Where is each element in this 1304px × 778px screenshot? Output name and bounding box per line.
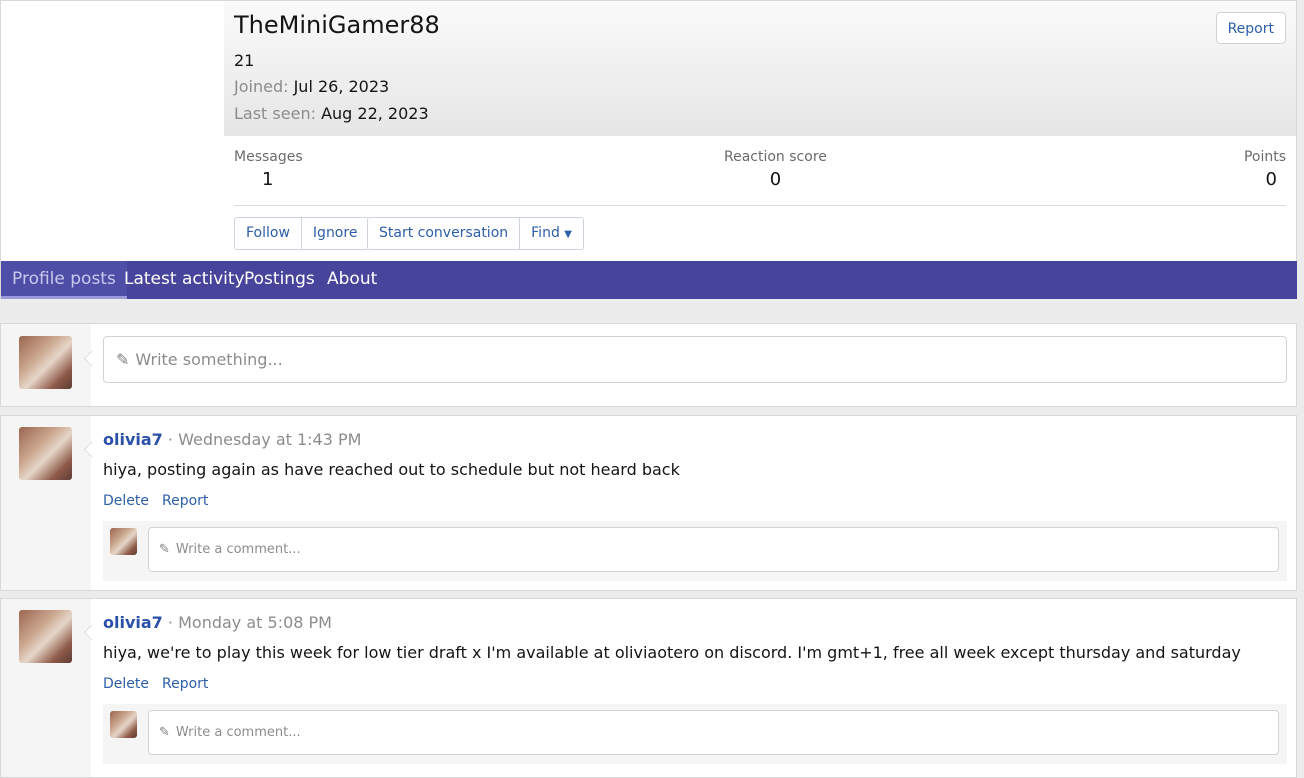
joined-label: Joined:	[234, 77, 289, 96]
find-label: Find	[531, 225, 560, 241]
write-comment-placeholder: Write a comment...	[175, 542, 301, 557]
pencil-icon: ✎	[116, 350, 130, 369]
stat-points-label: Points	[1243, 149, 1286, 165]
stat-messages[interactable]: Messages 1	[234, 149, 303, 190]
comment-area: ✎ Write a comment...	[103, 704, 1287, 764]
stat-reaction-value: 0	[769, 169, 782, 190]
ignore-button[interactable]: Ignore	[300, 218, 369, 249]
avatar[interactable]	[19, 427, 72, 480]
report-link[interactable]: Report	[162, 493, 208, 509]
caret-down-icon: ▼	[564, 229, 572, 240]
user-title: 21	[234, 51, 255, 70]
avatar[interactable]	[110, 528, 137, 555]
conversation-find-group: Start conversation Find ▼	[367, 217, 584, 250]
post-header: olivia7 · Wednesday at 1:43 PM	[103, 430, 361, 449]
write-comment-placeholder: Write a comment...	[175, 725, 301, 740]
profile-tabs: Profile posts Latest activity Postings A…	[1, 261, 1297, 299]
post-author-link[interactable]: olivia7	[103, 430, 163, 449]
profile-post: olivia7 · Wednesday at 1:43 PM hiya, pos…	[0, 415, 1297, 591]
last-seen-row: Last seen: Aug 22, 2023	[234, 104, 429, 123]
profile-header: TheMiniGamer88 21 Joined: Jul 26, 2023 L…	[0, 0, 1297, 299]
follow-ignore-group: Follow Ignore	[234, 217, 370, 250]
follow-button[interactable]: Follow	[235, 218, 301, 249]
last-seen-label: Last seen:	[234, 104, 316, 123]
stat-reaction-score[interactable]: Reaction score 0	[724, 149, 827, 190]
find-button[interactable]: Find ▼	[519, 218, 583, 249]
profile-post-composer: ✎ Write something...	[0, 323, 1297, 407]
stat-messages-label: Messages	[234, 149, 303, 165]
avatar[interactable]	[19, 610, 72, 663]
profile-avatar[interactable]	[13, 13, 224, 136]
write-comment-input[interactable]: ✎ Write a comment...	[148, 527, 1279, 572]
stat-messages-value: 1	[262, 169, 274, 190]
tab-postings[interactable]: Postings	[244, 261, 315, 299]
post-content: hiya, posting again as have reached out …	[103, 460, 680, 479]
last-seen-value: Aug 22, 2023	[321, 104, 429, 123]
tab-about[interactable]: About	[327, 261, 377, 299]
write-something-input[interactable]: ✎ Write something...	[103, 336, 1287, 383]
post-time[interactable]: Monday at 5:08 PM	[178, 613, 332, 632]
post-time[interactable]: Wednesday at 1:43 PM	[178, 430, 361, 449]
stat-points-value: 0	[1265, 169, 1277, 190]
delete-link[interactable]: Delete	[103, 493, 149, 509]
joined-value: Jul 26, 2023	[293, 77, 390, 96]
avatar[interactable]	[110, 711, 137, 738]
stat-points[interactable]: Points 0	[1244, 149, 1286, 190]
start-conversation-button[interactable]: Start conversation	[368, 218, 519, 249]
separator: ·	[167, 613, 173, 632]
pencil-icon: ✎	[159, 542, 170, 557]
separator: ·	[167, 430, 173, 449]
pencil-icon: ✎	[159, 725, 170, 740]
report-profile-button[interactable]: Report	[1215, 12, 1286, 44]
avatar[interactable]	[19, 336, 72, 389]
report-link[interactable]: Report	[162, 676, 208, 692]
tab-profile-posts[interactable]: Profile posts	[1, 261, 127, 299]
write-something-placeholder: Write something...	[135, 350, 283, 369]
post-author-link[interactable]: olivia7	[103, 613, 163, 632]
comment-area: ✎ Write a comment...	[103, 521, 1287, 581]
stats-divider	[234, 205, 1286, 206]
profile-post: olivia7 · Monday at 5:08 PM hiya, we're …	[0, 598, 1297, 778]
tab-latest-activity[interactable]: Latest activity	[124, 261, 245, 299]
joined-row: Joined: Jul 26, 2023	[234, 77, 389, 96]
stat-reaction-label: Reaction score	[724, 149, 827, 165]
profile-username: TheMiniGamer88	[234, 11, 440, 39]
post-content: hiya, we're to play this week for low ti…	[103, 643, 1241, 662]
post-header: olivia7 · Monday at 5:08 PM	[103, 613, 332, 632]
write-comment-input[interactable]: ✎ Write a comment...	[148, 710, 1279, 755]
delete-link[interactable]: Delete	[103, 676, 149, 692]
